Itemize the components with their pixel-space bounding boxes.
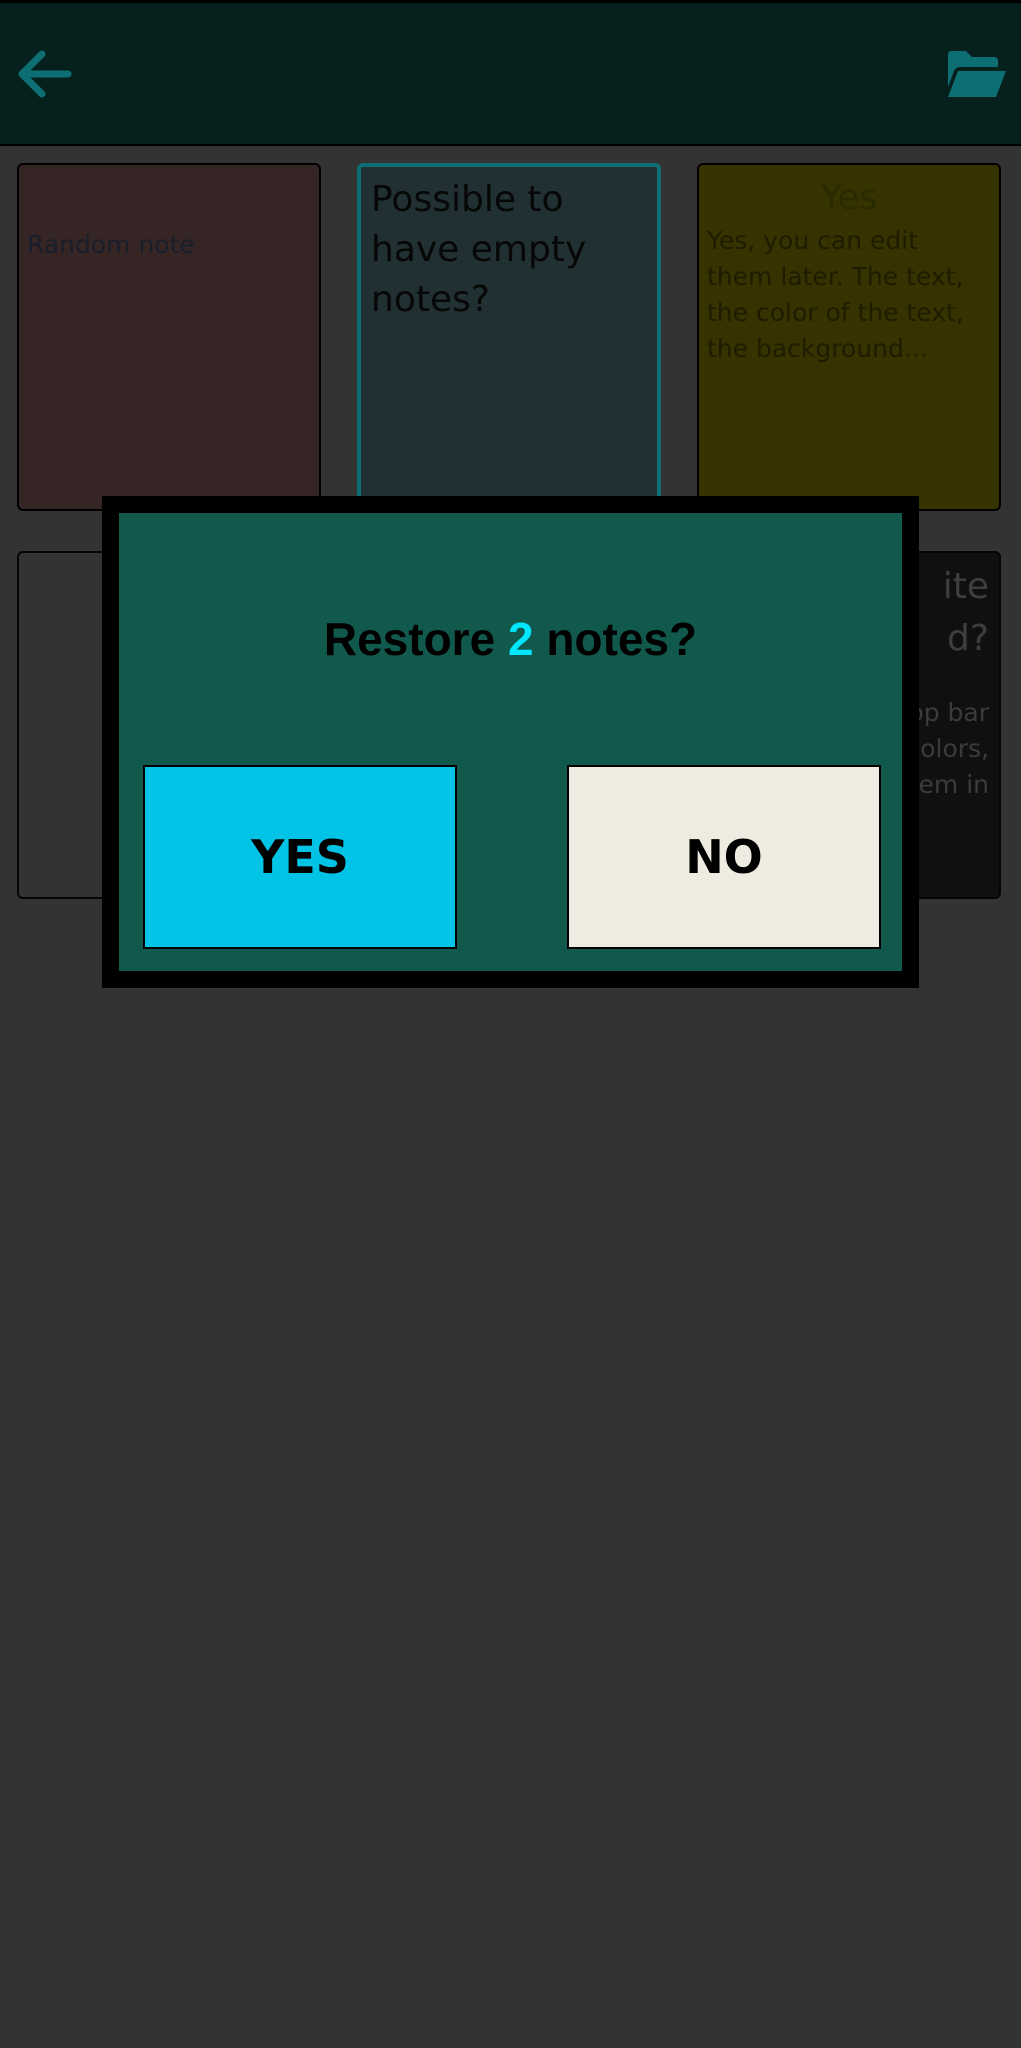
note-title: Possible to have empty notes? [371, 179, 587, 320]
note-body-line: em in [918, 770, 989, 799]
yes-button[interactable]: YES [143, 765, 457, 949]
restore-dialog-panel: Restore 2 notes? YES NO [119, 513, 902, 971]
note-card[interactable]: Random note [17, 163, 321, 511]
open-folder-button[interactable] [945, 42, 1009, 106]
restore-dialog: Restore 2 notes? YES NO [102, 496, 919, 988]
note-body-line: olors, [920, 734, 989, 763]
note-body: Random note [27, 230, 195, 259]
note-body-line: pp bar [907, 698, 989, 727]
note-body: Yes, you can edit them later. The text, … [707, 226, 964, 363]
dialog-note-count: 2 [507, 613, 534, 665]
no-button[interactable]: NO [567, 765, 881, 949]
notes-grid: Random note Possible to have empty notes… [0, 144, 1021, 2048]
app-bar [0, 0, 1021, 146]
arrow-left-icon [18, 50, 72, 98]
note-card-selected[interactable]: Possible to have empty notes? [357, 163, 661, 511]
dialog-title-suffix: notes? [533, 613, 698, 665]
note-title-line: d? [947, 618, 989, 659]
note-title-line: ite [942, 566, 989, 607]
dialog-title: Restore 2 notes? [119, 612, 902, 666]
note-card[interactable]: Yes Yes, you can edit them later. The te… [697, 163, 1001, 511]
note-title: Yes [820, 178, 878, 218]
dialog-title-prefix: Restore [323, 613, 508, 665]
back-button[interactable] [12, 42, 76, 106]
folder-open-icon [948, 51, 1006, 97]
